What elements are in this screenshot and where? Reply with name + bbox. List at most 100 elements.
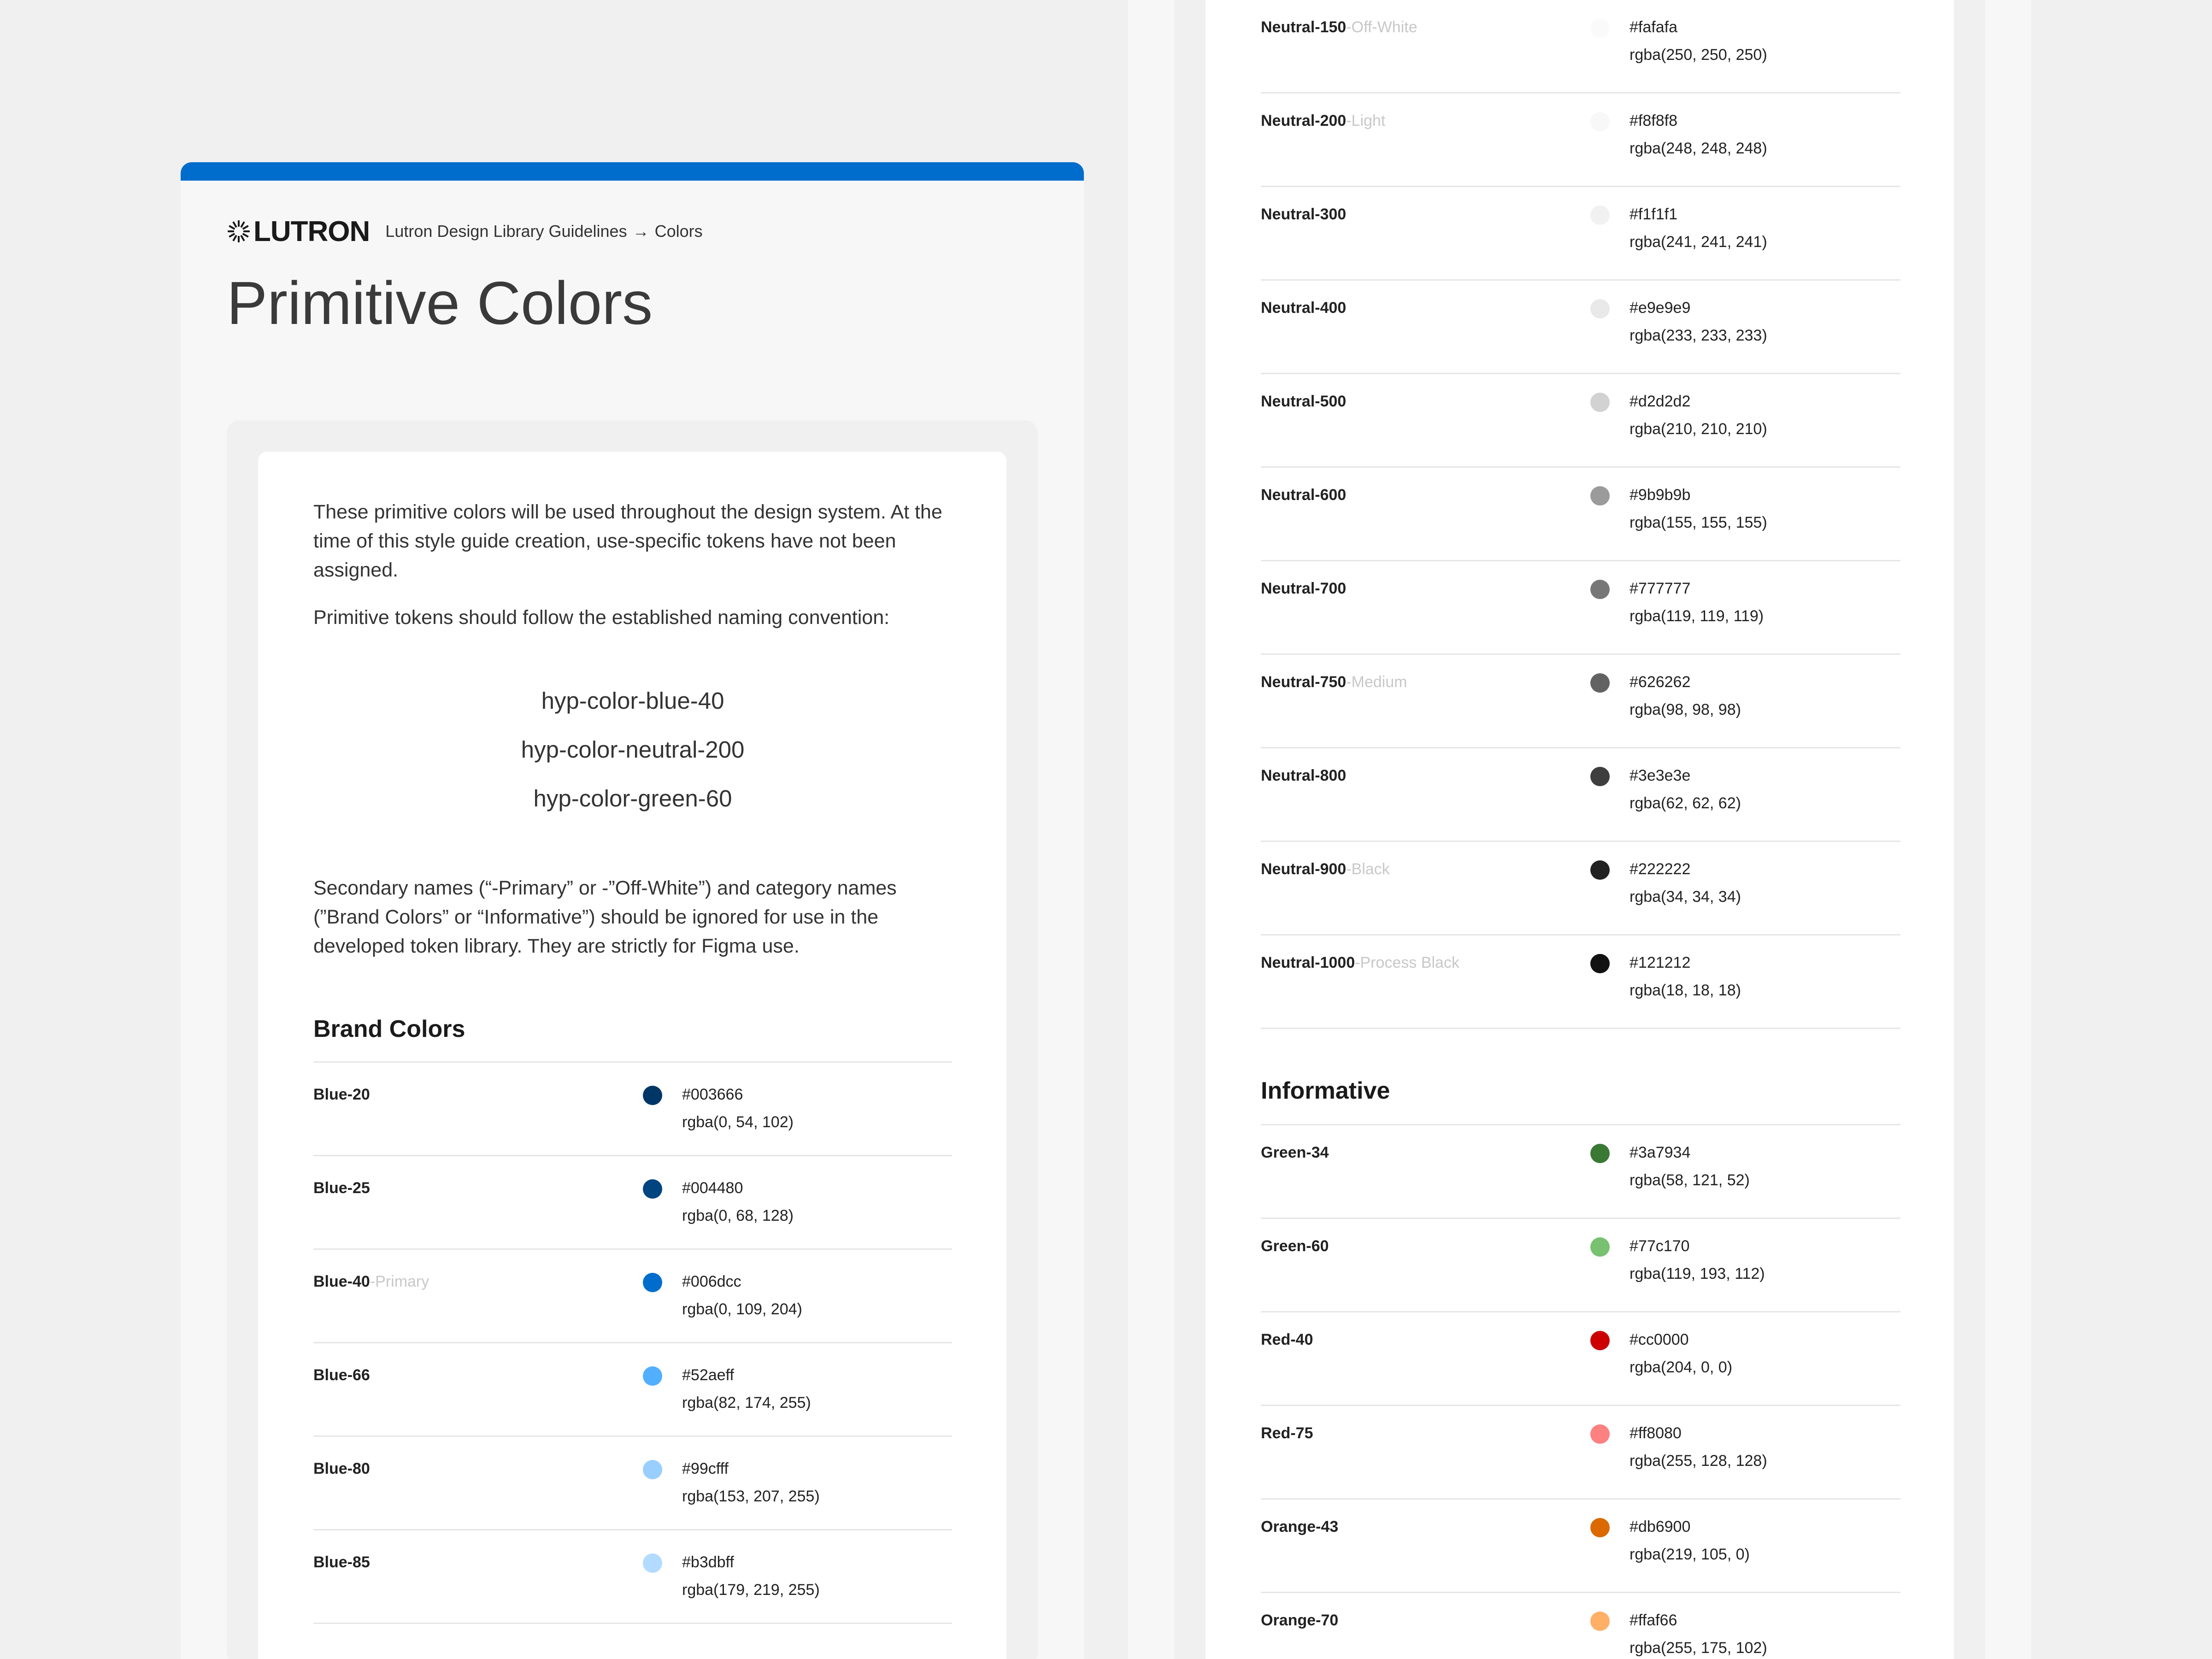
color-rgba-value[interactable]: rgba(119, 119, 119) <box>1630 607 1764 625</box>
color-rgba-value[interactable]: rgba(119, 193, 112) <box>1630 1265 1765 1283</box>
color-hex-value[interactable]: #3e3e3e <box>1630 767 1690 785</box>
lutron-logo[interactable]: LUTRON <box>227 215 370 248</box>
color-hex-value[interactable]: #52aeff <box>682 1366 734 1384</box>
breadcrumb-parent[interactable]: Lutron Design Library Guidelines <box>385 222 627 241</box>
color-hex-value[interactable]: #006dcc <box>682 1273 741 1291</box>
color-token-name: Orange-43 <box>1261 1518 1339 1535</box>
token-example: hyp-color-green-60 <box>533 785 732 812</box>
color-token-name: Green-34 <box>1261 1144 1329 1161</box>
color-swatch <box>1590 1424 1610 1444</box>
color-hex-value[interactable]: #77c170 <box>1630 1237 1689 1255</box>
color-rgba-value[interactable]: rgba(179, 219, 255) <box>682 1581 820 1599</box>
color-name: Neutral-700 <box>1261 580 1346 598</box>
color-row: Orange-43 #db6900 rgba(219, 105, 0) <box>1261 1500 1900 1593</box>
color-name: Orange-43 <box>1261 1518 1338 1536</box>
color-token-name: Blue-20 <box>313 1086 370 1103</box>
token-example: hyp-color-blue-40 <box>541 688 724 714</box>
color-hex-value[interactable]: #9b9b9b <box>1630 486 1690 504</box>
color-hex-value[interactable]: #121212 <box>1630 954 1690 972</box>
page: LUTRON Lutron Design Library Guidelines … <box>0 0 2212 1659</box>
color-rgba-value[interactable]: rgba(0, 54, 102) <box>682 1113 794 1131</box>
right-content-body: Neutral-150-Off-White #fafafa rgba(250, 25… <box>1261 0 1900 1659</box>
color-token-name: Blue-66 <box>313 1366 370 1384</box>
color-swatch <box>643 1179 662 1199</box>
color-rgba-value[interactable]: rgba(255, 175, 102) <box>1630 1639 1767 1657</box>
color-rgba-value[interactable]: rgba(62, 62, 62) <box>1630 794 1741 812</box>
intro-paragraph-3: Secondary names (“-Primary” or -”Off-Whi… <box>313 877 897 957</box>
color-row: Blue-20 #003666 rgba(0, 54, 102) <box>313 1063 952 1156</box>
color-swatch <box>1590 1518 1610 1537</box>
accent-bar <box>181 162 1084 181</box>
left-panel: LUTRON Lutron Design Library Guidelines … <box>181 162 1084 1659</box>
color-rgba-value[interactable]: rgba(98, 98, 98) <box>1630 701 1741 719</box>
color-row: Blue-40-Primary #006dcc rgba(0, 109, 204) <box>313 1250 952 1343</box>
color-swatch <box>1590 299 1610 318</box>
color-rgba-value[interactable]: rgba(0, 68, 128) <box>682 1207 794 1225</box>
color-name: Neutral-800 <box>1261 767 1346 785</box>
color-hex-value[interactable]: #3a7934 <box>1630 1144 1690 1162</box>
color-rgba-value[interactable]: rgba(241, 241, 241) <box>1630 233 1767 251</box>
color-hex-value[interactable]: #ffaf66 <box>1630 1612 1677 1630</box>
color-rgba-value[interactable]: rgba(18, 18, 18) <box>1630 982 1741 1000</box>
color-name: Blue-66 <box>313 1366 370 1384</box>
logo-text: LUTRON <box>253 215 370 247</box>
color-hex-value[interactable]: #222222 <box>1630 860 1690 878</box>
color-rgba-value[interactable]: rgba(0, 109, 204) <box>682 1300 802 1318</box>
color-swatch <box>1590 860 1610 880</box>
color-secondary-name: -Off-White <box>1346 18 1418 36</box>
color-row: Neutral-600 #9b9b9b rgba(155, 155, 155) <box>1261 468 1900 561</box>
color-rgba-value[interactable]: rgba(204, 0, 0) <box>1630 1359 1732 1377</box>
color-token-name: Neutral-800 <box>1261 767 1347 784</box>
color-hex-value[interactable]: #b3dbff <box>682 1553 734 1571</box>
color-row: Red-40 #cc0000 rgba(204, 0, 0) <box>1261 1312 1900 1406</box>
color-hex-value[interactable]: #99cfff <box>682 1460 729 1478</box>
color-token-name: Green-60 <box>1261 1237 1329 1255</box>
color-hex-value[interactable]: #e9e9e9 <box>1630 299 1690 317</box>
color-hex-value[interactable]: #cc0000 <box>1630 1331 1689 1349</box>
color-token-name: Neutral-200 <box>1261 112 1347 129</box>
color-rgba-value[interactable]: rgba(82, 174, 255) <box>682 1394 811 1412</box>
color-hex-value[interactable]: #f1f1f1 <box>1630 206 1677 224</box>
token-example: hyp-color-neutral-200 <box>521 736 745 763</box>
color-name: Neutral-1000-Process Black <box>1261 954 1459 972</box>
breadcrumb: Lutron Design Library Guidelines → Color… <box>385 222 702 241</box>
color-row: Neutral-300 #f1f1f1 rgba(241, 241, 241) <box>1261 187 1900 281</box>
color-rgba-value[interactable]: rgba(153, 207, 255) <box>682 1488 820 1506</box>
color-name: Red-40 <box>1261 1331 1313 1349</box>
color-name: Neutral-500 <box>1261 393 1346 411</box>
color-row: Blue-85 #b3dbff rgba(179, 219, 255) <box>313 1530 952 1624</box>
color-hex-value[interactable]: #004480 <box>682 1179 743 1197</box>
color-rgba-value[interactable]: rgba(210, 210, 210) <box>1630 420 1767 438</box>
color-name: Neutral-400 <box>1261 299 1346 317</box>
color-rgba-value[interactable]: rgba(34, 34, 34) <box>1630 888 1741 906</box>
color-rgba-value[interactable]: rgba(233, 233, 233) <box>1630 327 1767 345</box>
color-hex-value[interactable]: #003666 <box>682 1086 743 1104</box>
color-swatch <box>1590 1331 1610 1350</box>
color-hex-value[interactable]: #626262 <box>1630 673 1690 691</box>
color-swatch <box>643 1086 662 1105</box>
color-row: Blue-80 #99cfff rgba(153, 207, 255) <box>313 1437 952 1530</box>
color-rgba-value[interactable]: rgba(250, 250, 250) <box>1630 46 1767 64</box>
color-hex-value[interactable]: #db6900 <box>1630 1518 1690 1536</box>
color-token-name: Red-40 <box>1261 1331 1313 1348</box>
sunburst-icon <box>228 220 250 242</box>
color-rgba-value[interactable]: rgba(155, 155, 155) <box>1630 514 1767 532</box>
color-rgba-value[interactable]: rgba(58, 121, 52) <box>1630 1171 1750 1189</box>
color-hex-value[interactable]: #f8f8f8 <box>1630 112 1677 130</box>
color-name: Neutral-200-Light <box>1261 112 1385 130</box>
color-token-name: Neutral-700 <box>1261 580 1347 597</box>
color-rgba-value[interactable]: rgba(255, 128, 128) <box>1630 1452 1767 1470</box>
color-hex-value[interactable]: #ff8080 <box>1630 1424 1682 1442</box>
color-hex-value[interactable]: #fafafa <box>1630 18 1677 36</box>
color-token-name: Neutral-900 <box>1261 860 1347 878</box>
color-row: Neutral-150-Off-White #fafafa rgba(250, 25… <box>1261 0 1900 94</box>
color-secondary-name: -Process Black <box>1355 954 1459 971</box>
color-swatch <box>643 1273 662 1292</box>
color-hex-value[interactable]: #777777 <box>1630 580 1690 598</box>
color-token-name: Neutral-600 <box>1261 486 1347 504</box>
neutral-color-list: Neutral-150-Off-White #fafafa rgba(250, 25… <box>1261 0 1900 1029</box>
color-rgba-value[interactable]: rgba(219, 105, 0) <box>1630 1546 1750 1564</box>
color-swatch <box>1590 393 1610 412</box>
color-rgba-value[interactable]: rgba(248, 248, 248) <box>1630 140 1767 158</box>
color-hex-value[interactable]: #d2d2d2 <box>1630 393 1690 411</box>
